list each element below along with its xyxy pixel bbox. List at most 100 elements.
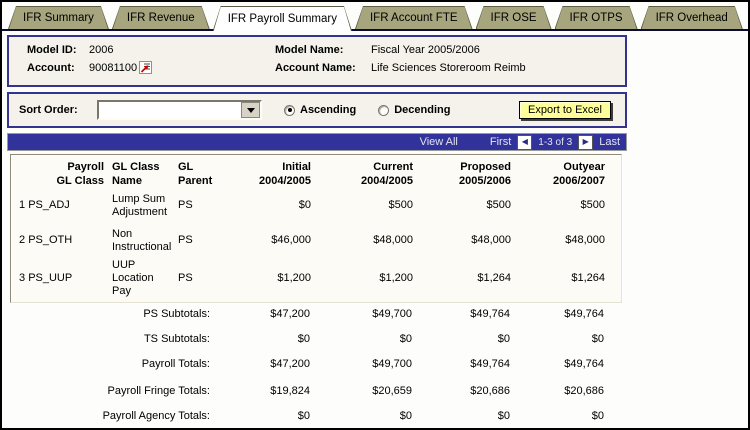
row-gl-class-name: Lump Sum Adjustment (104, 193, 176, 219)
summary-initial: $19,824 (220, 385, 310, 397)
account-name-label: Account Name: (275, 62, 371, 74)
next-page-icon: ▶ (583, 138, 589, 146)
last-link[interactable]: Last (599, 136, 620, 148)
ascending-label: Ascending (300, 104, 356, 116)
summary-current: $0 (310, 410, 412, 422)
export-to-excel-button[interactable]: Export to Excel (519, 101, 611, 119)
sort-controls-panel: Sort Order: Ascending Decending Export t… (7, 92, 627, 128)
ascending-radio[interactable] (284, 105, 295, 116)
model-name-label: Model Name: (275, 44, 371, 56)
row-range-text: 1-3 of 3 (538, 137, 572, 148)
next-page-button[interactable]: ▶ (578, 135, 593, 150)
view-all-link[interactable]: View All (420, 136, 458, 148)
header-gl-parent: GLParent (176, 157, 221, 189)
summary-outyear: $49,764 (510, 358, 604, 370)
tab-ifr-revenue[interactable]: IFR Revenue (112, 6, 210, 29)
row-outyear: $500 (511, 199, 605, 212)
summary-label: TS Subtotals: (11, 333, 220, 345)
header-gl-class-name: GL ClassName (104, 157, 176, 189)
row-proposed: $500 (413, 199, 511, 212)
account-name-value: Life Sciences Storeroom Reimb (371, 62, 625, 74)
row-initial: $1,200 (221, 272, 311, 285)
summary-initial: $0 (220, 410, 310, 422)
ps-subtotals-row: PS Subtotals: $47,200 $49,700 $49,764 $4… (11, 301, 623, 326)
table-row: 1 PS_ADJ Lump Sum Adjustment PS $0 $500 … (12, 189, 621, 224)
summary-proposed: $20,686 (412, 385, 510, 397)
row-initial: $46,000 (221, 234, 311, 247)
summary-outyear: $0 (510, 333, 604, 345)
grid-header-row: PayrollGL Class GL ClassName GLParent In… (12, 157, 621, 189)
payroll-fringe-totals-row: Payroll Fringe Totals: $19,824 $20,659 $… (11, 378, 623, 403)
summary-proposed: $0 (412, 410, 510, 422)
summary-label: Payroll Totals: (11, 358, 220, 370)
model-name-value: Fiscal Year 2005/2006 (371, 44, 625, 56)
summary-current: $49,700 (310, 358, 412, 370)
summary-outyear: $20,686 (510, 385, 604, 397)
previous-page-button[interactable]: ◀ (517, 135, 532, 150)
payroll-grid: PayrollGL Class GL ClassName GLParent In… (10, 154, 622, 303)
row-gl-class: 3 PS_UUP (12, 272, 104, 285)
chevron-down-icon (247, 108, 255, 113)
tab-ifr-overhead[interactable]: IFR Overhead (641, 6, 743, 29)
tab-label: IFR Revenue (127, 12, 195, 24)
row-current: $1,200 (311, 272, 413, 285)
model-info-panel: Model ID: 2006 Model Name: Fiscal Year 2… (7, 35, 627, 87)
row-gl-class-name: Non Instructional (104, 228, 176, 254)
tab-ifr-payroll-summary[interactable]: IFR Payroll Summary (213, 6, 352, 31)
tab-label: IFR Summary (23, 12, 94, 24)
ascending-option: Ascending (284, 104, 356, 116)
row-outyear: $48,000 (511, 234, 605, 247)
tab-ifr-summary[interactable]: IFR Summary (8, 6, 109, 29)
header-current: Current2004/2005 (311, 157, 413, 189)
row-proposed: $48,000 (413, 234, 511, 247)
summary-proposed: $49,764 (412, 308, 510, 320)
header-outyear: Outyear2006/2007 (511, 157, 605, 189)
row-current: $48,000 (311, 234, 413, 247)
row-gl-parent: PS (176, 234, 221, 247)
row-gl-parent: PS (176, 272, 221, 285)
tab-ifr-account-fte[interactable]: IFR Account FTE (355, 6, 473, 29)
tab-label: IFR OTPS (570, 12, 623, 24)
summary-label: PS Subtotals: (11, 308, 220, 320)
tab-label: IFR Account FTE (370, 12, 458, 24)
sort-order-select[interactable] (97, 100, 262, 120)
header-initial: Initial2004/2005 (221, 157, 311, 189)
tab-strip: IFR Summary IFR Revenue IFR Payroll Summ… (8, 6, 743, 31)
row-initial: $0 (221, 199, 311, 212)
ifr-payroll-summary-page: IFR Summary IFR Revenue IFR Payroll Summ… (0, 0, 750, 430)
summary-outyear: $0 (510, 410, 604, 422)
account-drilldown-icon[interactable] (139, 61, 152, 74)
header-payroll-gl-class: PayrollGL Class (12, 157, 104, 189)
account-value: 90081100 (89, 62, 137, 74)
row-gl-parent: PS (176, 199, 221, 212)
payroll-totals-row: Payroll Totals: $47,200 $49,700 $49,764 … (11, 351, 623, 376)
dropdown-button[interactable] (241, 102, 260, 118)
first-link[interactable]: First (490, 136, 511, 148)
tab-label: IFR Overhead (656, 12, 728, 24)
header-proposed: Proposed2005/2006 (413, 157, 511, 189)
sort-order-selected-value (99, 102, 241, 118)
summary-current: $49,700 (310, 308, 412, 320)
model-id-value: 2006 (89, 44, 275, 56)
payroll-agency-totals-row: Payroll Agency Totals: $0 $0 $0 $0 (11, 403, 623, 428)
row-outyear: $1,264 (511, 272, 605, 285)
row-gl-class: 2 PS_OTH (12, 234, 104, 247)
row-current: $500 (311, 199, 413, 212)
totals-section: PS Subtotals: $47,200 $49,700 $49,764 $4… (10, 301, 623, 428)
summary-current: $20,659 (310, 385, 412, 397)
model-id-label: Model ID: (27, 44, 89, 56)
previous-page-icon: ◀ (522, 138, 528, 146)
summary-initial: $47,200 (220, 308, 310, 320)
account-label: Account: (27, 62, 89, 74)
descending-label: Decending (394, 104, 450, 116)
summary-current: $0 (310, 333, 412, 345)
descending-option: Decending (378, 104, 450, 116)
tab-ifr-otps[interactable]: IFR OTPS (555, 6, 638, 29)
tab-label: IFR OSE (491, 12, 537, 24)
descending-radio[interactable] (378, 105, 389, 116)
grid-navigation-bar: View All First ◀ 1-3 of 3 ▶ Last (7, 133, 627, 151)
table-row: 3 PS_UUP UUP Location Pay PS $1,200 $1,2… (12, 259, 621, 299)
tab-ifr-ose[interactable]: IFR OSE (476, 6, 552, 29)
summary-label: Payroll Agency Totals: (11, 410, 220, 422)
table-row: 2 PS_OTH Non Instructional PS $46,000 $4… (12, 224, 621, 259)
